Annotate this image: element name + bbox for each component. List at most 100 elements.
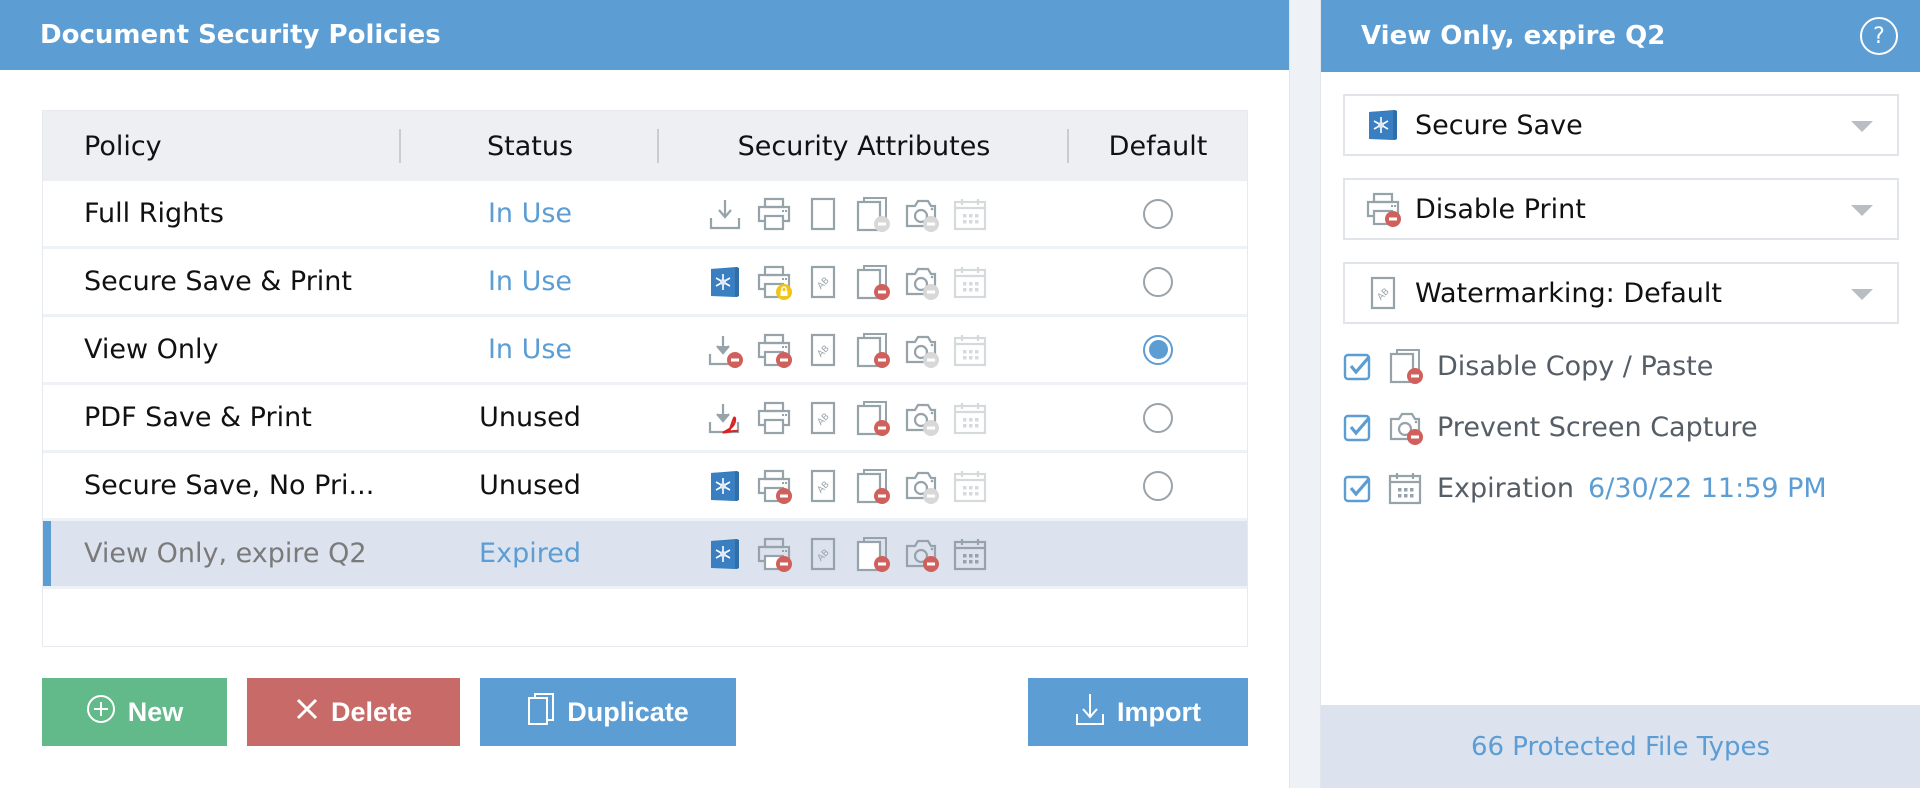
default-radio[interactable] <box>1143 266 1173 297</box>
delete-button[interactable]: Delete <box>247 678 460 746</box>
policies-panel: Document Security Policies Policy Status… <box>0 0 1290 788</box>
calendar-icon <box>952 536 988 572</box>
help-icon[interactable]: ? <box>1860 17 1898 55</box>
copy-blocked-icon <box>854 400 890 436</box>
column-header-status[interactable]: Status <box>401 111 659 181</box>
chevron-down-icon <box>1851 289 1873 300</box>
table-row[interactable]: Secure Save & Print In Use AB <box>43 249 1247 317</box>
disable-copy-paste-label: Disable Copy / Paste <box>1437 350 1714 382</box>
prevent-screen-capture-label: Prevent Screen Capture <box>1437 411 1758 443</box>
column-header-default[interactable]: Default <box>1069 111 1247 181</box>
capture-allowed-icon <box>903 332 939 368</box>
delete-button-label: Delete <box>330 696 413 727</box>
save-mode-dropdown[interactable]: Secure Save <box>1343 94 1899 156</box>
print-blocked-icon <box>756 468 792 504</box>
watermark-icon: AB <box>1365 275 1401 311</box>
capture-blocked-icon <box>903 536 939 572</box>
expiration-label: Expiration <box>1437 472 1575 504</box>
disable-copy-paste-checkbox[interactable] <box>1343 351 1373 381</box>
capture-allowed-icon <box>903 400 939 436</box>
copy-blocked-icon <box>854 536 890 572</box>
disable-copy-paste-option[interactable]: Disable Copy / Paste <box>1343 348 1713 384</box>
security-attributes: AB <box>659 317 1069 382</box>
no-watermark-icon <box>805 196 841 232</box>
column-header-security-attributes[interactable]: Security Attributes <box>659 111 1069 181</box>
security-attributes: AB <box>659 385 1069 450</box>
copy-blocked-icon <box>854 264 890 300</box>
svg-text:AB: AB <box>815 275 831 291</box>
expiration-checkbox[interactable] <box>1343 473 1373 503</box>
duplicate-button[interactable]: Duplicate <box>480 678 736 746</box>
status-badge: In Use <box>487 198 573 229</box>
watermark-dropdown[interactable]: AB Watermarking: Default <box>1343 262 1899 324</box>
save-mode-value: Secure Save <box>1415 109 1583 141</box>
policy-name: Full Rights <box>84 198 224 229</box>
expiration-off-icon <box>952 400 988 436</box>
expiration-date-link[interactable]: 6/30/22 11:59 PM <box>1588 473 1827 504</box>
policy-name: Secure Save & Print <box>84 266 353 297</box>
save-blocked-icon <box>707 332 743 368</box>
default-radio[interactable] <box>1143 402 1173 433</box>
default-cell <box>1069 453 1247 518</box>
print-blocked-icon <box>756 332 792 368</box>
secure-save-icon <box>707 536 743 572</box>
expiration-off-icon <box>952 332 988 368</box>
svg-text:AB: AB <box>815 479 831 495</box>
svg-text:AB: AB <box>815 547 831 563</box>
security-attributes <box>659 181 1069 246</box>
policy-name: PDF Save & Print <box>84 402 312 433</box>
import-button[interactable]: Import <box>1028 678 1248 746</box>
policy-detail-panel: View Only, expire Q2 ? Secure Save Disab… <box>1320 0 1920 788</box>
secure-save-icon <box>707 264 743 300</box>
policy-detail-title: View Only, expire Q2 <box>1361 21 1666 51</box>
print-blocked-icon <box>1365 191 1401 227</box>
default-radio[interactable] <box>1143 334 1173 365</box>
status-badge: In Use <box>487 266 573 297</box>
x-icon <box>295 697 319 728</box>
print-blocked-icon <box>756 536 792 572</box>
policy-name: Secure Save, No Pri... <box>84 470 375 501</box>
watermark-value: Watermarking: Default <box>1415 277 1723 309</box>
svg-text:AB: AB <box>815 343 831 359</box>
capture-allowed-icon <box>903 196 939 232</box>
column-header-policy[interactable]: Policy <box>43 111 401 181</box>
table-row[interactable]: Secure Save, No Pri... Unused AB <box>43 453 1247 521</box>
expiration-off-icon <box>952 264 988 300</box>
expiration-option[interactable]: Expiration 6/30/22 11:59 PM <box>1343 470 1827 506</box>
table-body: Full Rights In Use Secure Save & Print In U… <box>43 181 1247 589</box>
table-row[interactable]: PDF Save & Print Unused AB <box>43 385 1247 453</box>
capture-blocked-icon <box>1387 409 1423 445</box>
chevron-down-icon <box>1851 205 1873 216</box>
print-mode-dropdown[interactable]: Disable Print <box>1343 178 1899 240</box>
prevent-screen-capture-option[interactable]: Prevent Screen Capture <box>1343 409 1758 445</box>
pdf-save-icon <box>707 400 743 436</box>
security-attributes: AB <box>659 249 1069 314</box>
table-row[interactable]: View Only In Use AB <box>43 317 1247 385</box>
default-radio[interactable] <box>1143 470 1173 501</box>
policies-table: Policy Status Security Attributes Defaul… <box>42 110 1248 647</box>
secure-save-icon <box>1365 107 1401 143</box>
status-badge: Unused <box>479 402 581 433</box>
download-icon <box>707 196 743 232</box>
policy-name: View Only, expire Q2 <box>84 538 367 569</box>
import-icon <box>1075 692 1105 733</box>
print-icon <box>756 196 792 232</box>
secure-save-icon <box>707 468 743 504</box>
prevent-screen-capture-checkbox[interactable] <box>1343 412 1373 442</box>
table-row[interactable]: Full Rights In Use <box>43 181 1247 249</box>
copy-blocked-icon <box>854 332 890 368</box>
security-attributes: AB <box>659 521 1069 586</box>
watermark-icon: AB <box>805 332 841 368</box>
security-attributes: AB <box>659 453 1069 518</box>
default-cell <box>1069 521 1247 586</box>
default-radio[interactable] <box>1143 198 1173 229</box>
watermark-icon: AB <box>805 400 841 436</box>
import-button-label: Import <box>1117 696 1201 727</box>
print-icon <box>756 400 792 436</box>
svg-text:AB: AB <box>815 411 831 427</box>
table-row[interactable]: View Only, expire Q2 Expired AB <box>43 521 1247 589</box>
protected-file-types-link[interactable]: 66 Protected File Types <box>1321 705 1920 788</box>
new-button[interactable]: New <box>42 678 227 746</box>
status-badge: Expired <box>479 538 581 569</box>
calendar-icon <box>1387 470 1423 506</box>
